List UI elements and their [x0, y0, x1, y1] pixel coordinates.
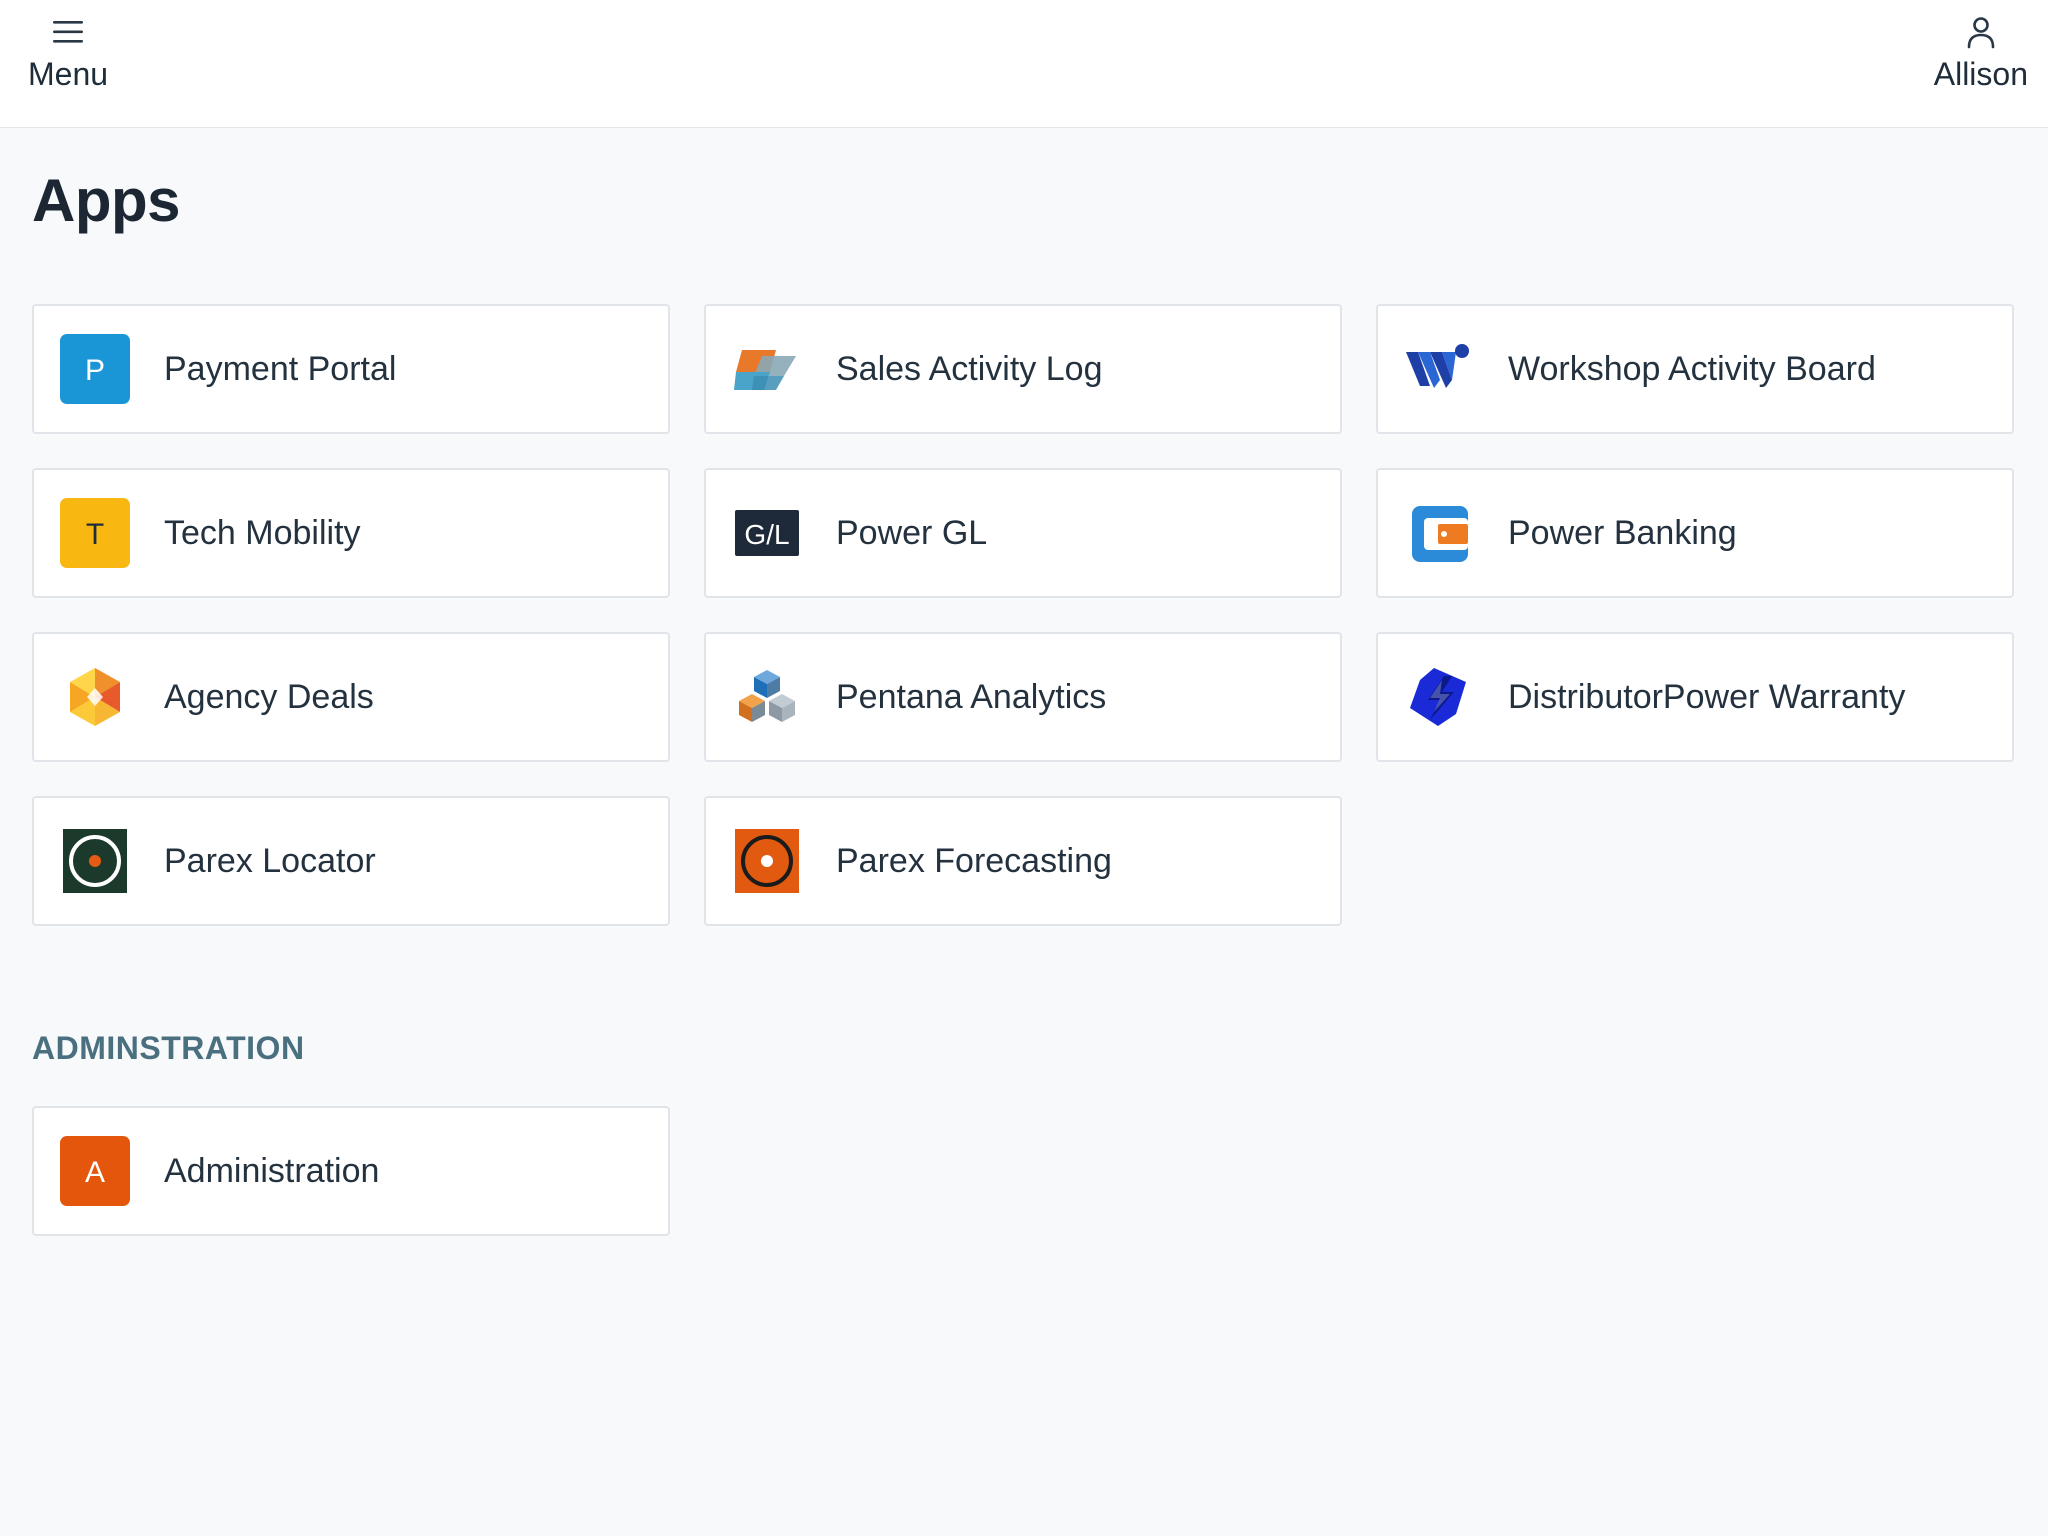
user-button[interactable]: Allison — [1934, 14, 2028, 92]
administration-icon-letter: A — [85, 1156, 105, 1189]
app-label: Administration — [164, 1151, 380, 1190]
section-label-administration: ADMINSTRATION — [32, 1030, 305, 1066]
menu-label: Menu — [28, 56, 109, 92]
app-label: Payment Portal — [164, 349, 397, 388]
top-bar: Menu Allison — [0, 0, 2048, 128]
sales-activity-log-icon — [734, 350, 796, 390]
app-card-payment-portal[interactable]: P Payment Portal — [32, 304, 670, 434]
app-card-pentana-analytics[interactable]: Pentana Analytics — [704, 632, 1342, 762]
app-card-administration[interactable]: A Administration — [32, 1106, 670, 1236]
hamburger-icon — [53, 21, 84, 43]
app-label: Parex Forecasting — [836, 841, 1112, 880]
app-card-workshop-activity-board[interactable]: Workshop Activity Board — [1376, 304, 2014, 434]
app-card-parex-forecasting[interactable]: Parex Forecasting — [704, 796, 1342, 926]
app-card-power-gl[interactable]: G/L Power GL — [704, 468, 1342, 598]
menu-button[interactable]: Menu — [28, 14, 108, 92]
target-dark-icon — [63, 829, 127, 893]
app-label: Pentana Analytics — [836, 677, 1107, 716]
hexagon-icon — [70, 668, 120, 726]
letter-p-icon: P — [60, 334, 130, 404]
gl-icon: G/L — [735, 510, 799, 556]
letter-a-icon: A — [60, 1136, 130, 1206]
tech-mobility-icon-letter: T — [86, 518, 104, 551]
app-label: DistributorPower Warranty — [1508, 677, 1906, 716]
admin-grid: A Administration — [32, 1106, 2014, 1236]
app-label: Workshop Activity Board — [1508, 349, 1876, 388]
page-title: Apps — [32, 167, 181, 234]
app-label: Agency Deals — [164, 677, 374, 716]
app-card-parex-locator[interactable]: Parex Locator — [32, 796, 670, 926]
app-label: Sales Activity Log — [836, 349, 1103, 388]
app-card-distributorpower-warranty[interactable]: DistributorPower Warranty — [1376, 632, 2014, 762]
cubes-icon — [739, 670, 795, 722]
app-card-agency-deals[interactable]: Agency Deals — [32, 632, 670, 762]
app-label: Parex Locator — [164, 841, 376, 880]
apps-grid: P Payment Portal Sales Activity Log Work… — [32, 304, 2014, 926]
user-icon — [1967, 17, 1995, 49]
app-label: Power GL — [836, 513, 988, 552]
app-label: Tech Mobility — [164, 513, 361, 552]
app-card-power-banking[interactable]: Power Banking — [1376, 468, 2014, 598]
workshop-w-icon — [1406, 344, 1469, 388]
power-gl-icon-text: G/L — [744, 519, 789, 550]
target-orange-icon — [735, 829, 799, 893]
app-card-tech-mobility[interactable]: T Tech Mobility — [32, 468, 670, 598]
lightning-icon — [1410, 668, 1466, 726]
wallet-icon — [1412, 506, 1468, 562]
user-label: Allison — [1933, 56, 2028, 92]
app-card-sales-activity-log[interactable]: Sales Activity Log — [704, 304, 1342, 434]
app-label: Power Banking — [1508, 513, 1737, 552]
payment-portal-icon-letter: P — [85, 354, 105, 387]
letter-t-icon: T — [60, 498, 130, 568]
